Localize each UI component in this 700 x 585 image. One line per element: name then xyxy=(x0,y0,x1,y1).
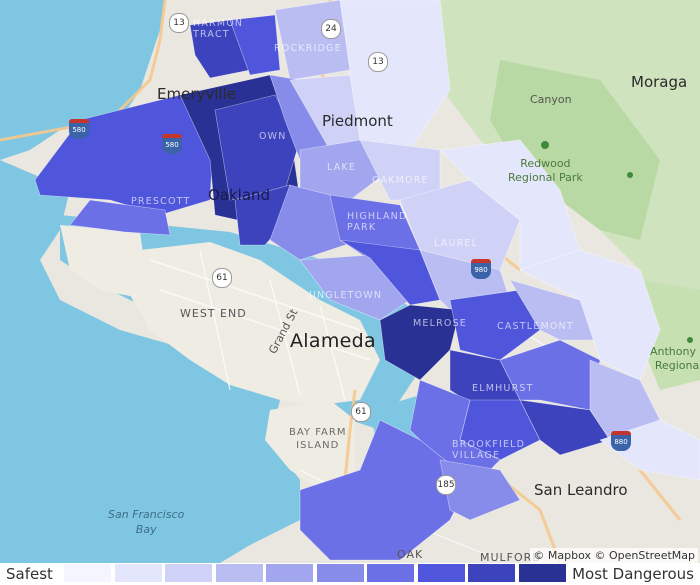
legend-swatch-2 xyxy=(114,564,162,582)
label-oakland: Oakland xyxy=(208,186,271,204)
legend-swatch-9 xyxy=(468,564,515,582)
interstate-980-shield: 980 xyxy=(471,259,491,279)
legend-swatch-4 xyxy=(215,564,263,582)
legend-safest-label: Safest xyxy=(6,565,53,583)
legend-swatch-1 xyxy=(64,564,111,582)
label-moraga: Moraga xyxy=(631,73,688,91)
label-laurel: LAUREL xyxy=(434,238,479,249)
label-castlemont: CASTLEMONT xyxy=(497,321,574,332)
legend-swatch-7 xyxy=(367,564,414,582)
interstate-880-shield: 880 xyxy=(611,431,631,451)
label-lake: LAKE xyxy=(327,162,357,173)
interstate-580b-shield: 580 xyxy=(162,134,182,154)
label-prescott: PRESCOTT xyxy=(131,196,191,207)
label-redwood-park: Redwood Regional Park xyxy=(508,157,583,184)
label-oakmore: OAKMORE xyxy=(372,175,429,186)
label-rockridge: ROCKRIDGE xyxy=(274,43,342,54)
map-canvas[interactable]: 13 24 13 61 61 185 580 980 880 580 Emery… xyxy=(0,0,700,563)
label-west-end: WEST END xyxy=(180,307,247,320)
label-harmon-tract: HARMON TRACT xyxy=(193,18,244,40)
label-sf-bay: San Francisco Bay xyxy=(108,508,185,536)
legend-dangerous-label: Most Dangerous xyxy=(572,565,694,583)
legend-swatch-8 xyxy=(417,564,465,582)
legend-swatch-10 xyxy=(518,564,566,582)
route-13b-shield: 13 xyxy=(368,52,388,72)
label-bay-farm-island: BAY FARM ISLAND xyxy=(289,427,347,451)
legend: Safest Most Dangerous xyxy=(0,563,700,583)
label-elmhurst: ELMHURST xyxy=(472,383,534,394)
interstate-580-shield: 580 xyxy=(69,119,89,139)
label-highland-park: HIGHLAND PARK xyxy=(347,211,408,233)
label-anthony-park: Anthony C Regional xyxy=(650,345,700,372)
label-piedmont: Piedmont xyxy=(322,112,393,130)
route-61-shield: 61 xyxy=(212,268,232,288)
route-185-shield: 185 xyxy=(436,475,456,495)
label-san-leandro: San Leandro xyxy=(534,481,628,499)
legend-swatch-5 xyxy=(266,564,313,582)
map-layers xyxy=(0,0,700,563)
map-attribution[interactable]: © Mapbox © OpenStreetMap xyxy=(530,548,698,563)
route-24-shield: 24 xyxy=(321,19,341,39)
route-61b-shield: 61 xyxy=(351,402,371,422)
label-melrose: MELROSE xyxy=(413,318,468,329)
label-oak: OAK xyxy=(397,548,424,561)
label-jingletown: JINGLETOWN xyxy=(309,290,383,301)
legend-swatch-6 xyxy=(316,564,364,582)
label-canyon: Canyon xyxy=(530,93,572,106)
label-alameda: Alameda xyxy=(290,330,376,352)
label-brookfield-village: BROOKFIELD VILLAGE xyxy=(452,439,526,461)
label-downtown: OWN xyxy=(259,131,287,142)
route-13-shield: 13 xyxy=(169,13,189,33)
legend-swatch-3 xyxy=(165,564,212,582)
label-emeryville: Emeryville xyxy=(157,85,236,103)
